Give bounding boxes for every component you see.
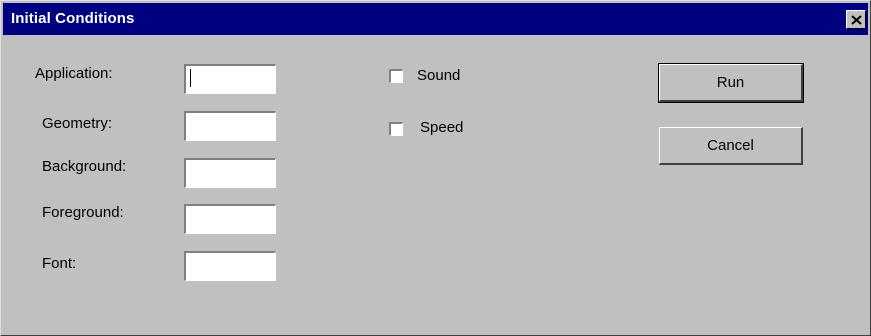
- close-button[interactable]: [846, 10, 866, 29]
- foreground-label: Foreground:: [42, 204, 124, 221]
- run-button[interactable]: Run: [658, 63, 804, 103]
- sound-checkbox[interactable]: [389, 69, 403, 83]
- speed-label[interactable]: Speed: [420, 119, 463, 136]
- geometry-field[interactable]: [184, 111, 276, 141]
- application-field[interactable]: [184, 64, 276, 94]
- background-field[interactable]: [184, 158, 276, 188]
- background-label: Background:: [42, 158, 127, 175]
- font-label: Font:: [42, 255, 77, 272]
- cancel-button-label: Cancel: [707, 137, 754, 154]
- text-cursor: [190, 69, 191, 87]
- title-bar[interactable]: Initial Conditions: [3, 3, 868, 35]
- speed-checkbox[interactable]: [389, 122, 403, 136]
- run-button-label: Run: [716, 74, 745, 91]
- sound-label[interactable]: Sound: [417, 67, 460, 84]
- application-label: Application:: [35, 65, 113, 82]
- geometry-label: Geometry:: [42, 115, 113, 132]
- font-field[interactable]: [184, 251, 276, 281]
- window-title: Initial Conditions: [11, 10, 135, 27]
- foreground-field[interactable]: [184, 204, 276, 234]
- cancel-button[interactable]: Cancel: [659, 127, 803, 165]
- initial-conditions-dialog: Initial Conditions Application: Geometry…: [0, 0, 871, 336]
- close-icon: [850, 14, 862, 25]
